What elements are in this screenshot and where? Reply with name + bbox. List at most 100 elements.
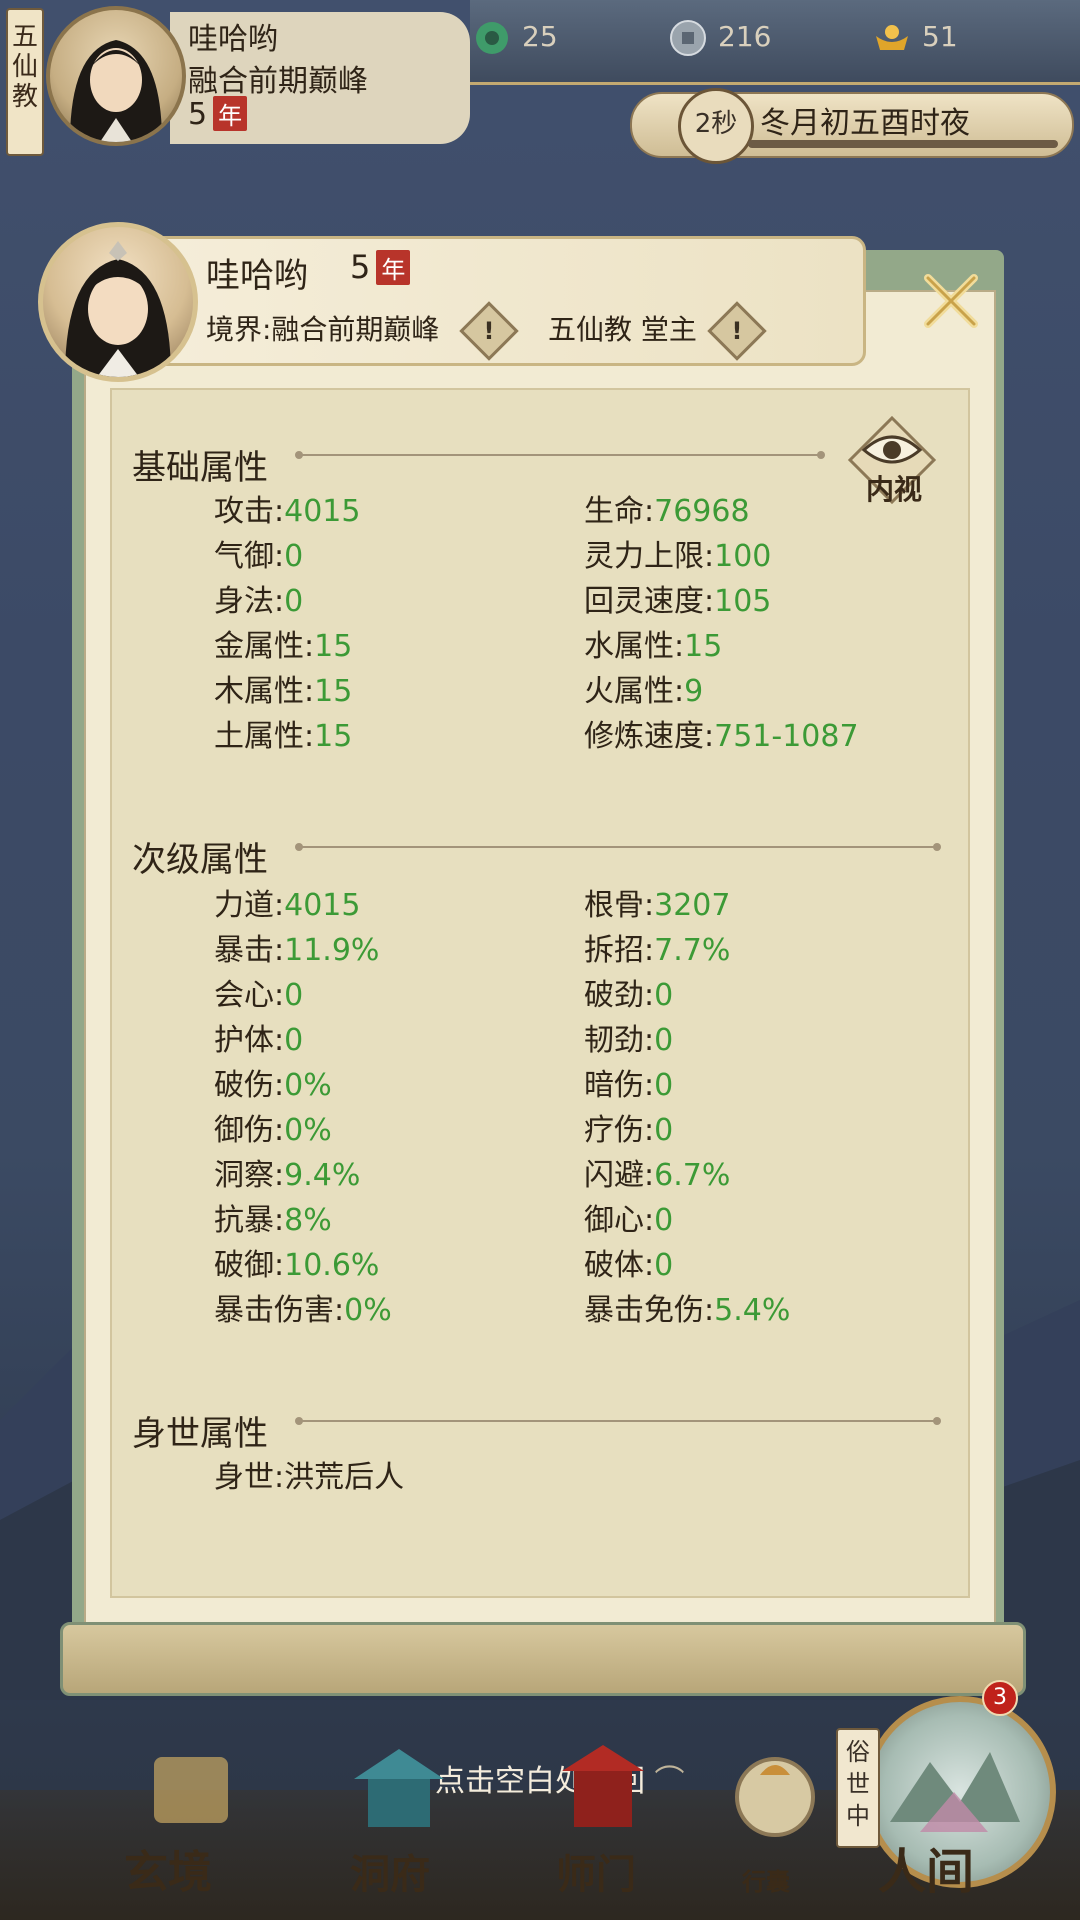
attribute-label: 生命 — [584, 494, 644, 529]
attribute-label: 暴击免伤 — [584, 1293, 704, 1328]
attribute-label: 会心 — [214, 978, 274, 1013]
separator: : — [644, 1248, 655, 1283]
attribute-label: 破御 — [214, 1248, 274, 1283]
attribute-label: 破劲 — [584, 978, 644, 1013]
character-sect: 五仙教 堂主 — [548, 313, 697, 346]
attribute-label: 身法 — [214, 584, 274, 619]
attribute-row: 身法:0 — [214, 576, 303, 620]
nav-xingnang[interactable]: 行囊 — [742, 1862, 790, 1897]
attribute-value: 76968 — [654, 494, 750, 529]
attribute-value: 8% — [284, 1203, 332, 1238]
attribute-row: 破劲:0 — [584, 970, 673, 1014]
attribute-label: 金属性 — [214, 629, 304, 664]
attribute-value: 0% — [344, 1293, 392, 1328]
player-age: 5年 — [188, 96, 248, 132]
attribute-row: 灵力上限:100 — [584, 531, 771, 575]
attribute-row: 水属性:15 — [584, 621, 722, 665]
attribute-label: 气御 — [214, 539, 274, 574]
resource-ingot[interactable]: 51 — [872, 18, 958, 58]
ingot-icon — [876, 25, 908, 50]
sect-tag[interactable]: 五 仙 教 — [6, 8, 44, 156]
attribute-label: 火属性 — [584, 674, 674, 709]
attribute-row: 韧劲:0 — [584, 1015, 673, 1059]
resource-coin[interactable]: 216 — [668, 18, 771, 58]
attribute-label: 身世 — [214, 1460, 274, 1495]
jade-icon — [476, 22, 508, 54]
character-avatar — [38, 222, 198, 382]
attribute-label: 闪避 — [584, 1158, 644, 1193]
coin-icon — [670, 20, 706, 56]
game-time-text: 冬月初五酉时夜 — [760, 106, 970, 141]
separator: : — [704, 1293, 715, 1328]
attribute-label: 回灵速度 — [584, 584, 704, 619]
player-avatar[interactable] — [46, 6, 186, 146]
attribute-value: 15 — [684, 629, 723, 664]
info-icon: ! — [483, 317, 495, 345]
attribute-row: 抗暴:8% — [214, 1195, 332, 1239]
attribute-label: 暗伤 — [584, 1068, 644, 1103]
attribute-row: 破御:10.6% — [214, 1240, 379, 1284]
attribute-value: 0 — [284, 539, 304, 574]
attribute-value: 0 — [654, 1068, 674, 1103]
attribute-value: 11.9% — [284, 933, 380, 968]
attribute-value: 4015 — [284, 494, 361, 529]
attribute-value: 洪荒后人 — [284, 1460, 405, 1495]
attribute-label: 抗暴 — [214, 1203, 274, 1238]
section-divider — [295, 843, 941, 851]
separator: : — [274, 1248, 285, 1283]
nav-dongfu[interactable]: 洞府 — [350, 1842, 430, 1900]
separator: : — [334, 1293, 345, 1328]
separator: : — [644, 494, 655, 529]
attribute-value: 15 — [314, 674, 353, 709]
attribute-value: 0% — [284, 1113, 332, 1148]
attribute-row: 火属性:9 — [584, 666, 703, 710]
sect-gate-icon — [562, 1745, 644, 1827]
close-icon — [924, 274, 978, 328]
separator: : — [644, 933, 655, 968]
player-realm: 融合前期巅峰 — [188, 64, 368, 99]
attribute-value: 105 — [714, 584, 772, 619]
attribute-value: 0 — [654, 1203, 674, 1238]
attribute-label: 修炼速度 — [584, 719, 704, 754]
separator: : — [644, 1203, 655, 1238]
separator: : — [644, 1023, 655, 1058]
separator: : — [304, 629, 315, 664]
nav-renjian[interactable]: 人间 — [878, 1832, 974, 1902]
separator: : — [644, 888, 655, 923]
separator: : — [274, 539, 285, 574]
bag-icon — [735, 1757, 815, 1837]
section-title-basic: 基础属性 — [132, 448, 268, 488]
attribute-label: 力道 — [214, 888, 274, 923]
separator: : — [274, 1158, 285, 1193]
nav-xuanjing[interactable]: 玄境 — [124, 1836, 212, 1900]
info-icon: ! — [731, 317, 743, 345]
separator: : — [274, 888, 285, 923]
separator: : — [274, 584, 285, 619]
time-progress-bar — [748, 140, 1058, 148]
notification-badge: 3 — [982, 1680, 1018, 1716]
separator: : — [704, 539, 715, 574]
attribute-value: 0 — [654, 1023, 674, 1058]
separator: : — [304, 719, 315, 754]
attribute-row: 拆招:7.7% — [584, 925, 730, 969]
scroll-icon — [154, 1757, 228, 1823]
attribute-value: 100 — [714, 539, 772, 574]
close-button[interactable] — [920, 270, 982, 332]
separator: : — [644, 1113, 655, 1148]
attribute-row: 攻击:4015 — [214, 486, 360, 530]
attribute-row: 生命:76968 — [584, 486, 750, 530]
nav-shimen[interactable]: 师门 — [556, 1842, 636, 1900]
attribute-row: 御伤:0% — [214, 1105, 332, 1149]
inspect-label: 内视 — [865, 473, 922, 506]
attribute-value: 7.7% — [654, 933, 731, 968]
attribute-value: 0 — [284, 584, 304, 619]
attribute-value: 5.4% — [714, 1293, 791, 1328]
resource-jade[interactable]: 25 — [472, 18, 558, 58]
attribute-row: 根骨:3207 — [584, 880, 730, 924]
attribute-row: 暴击免伤:5.4% — [584, 1285, 790, 1329]
attribute-value: 0 — [654, 1113, 674, 1148]
character-age: 5年 — [350, 248, 411, 286]
separator: : — [644, 1068, 655, 1103]
separator: : — [274, 1068, 285, 1103]
attribute-value: 751-1087 — [714, 719, 859, 754]
